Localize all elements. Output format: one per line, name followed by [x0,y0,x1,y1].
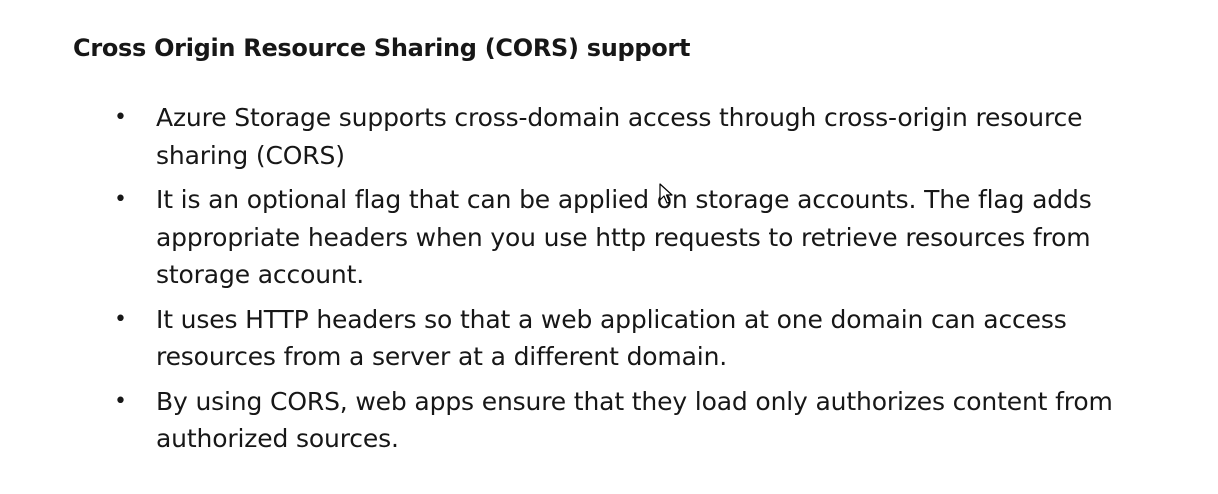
list-item: • By using CORS, web apps ensure that th… [73,383,1173,458]
bullet-icon: • [114,306,127,332]
section-heading: Cross Origin Resource Sharing (CORS) sup… [73,34,691,62]
mouse-pointer-icon [659,183,673,204]
list-item: • Azure Storage supports cross-domain ac… [73,99,1173,174]
list-item-text: Azure Storage supports cross-domain acce… [156,103,1083,170]
bullet-list: • Azure Storage supports cross-domain ac… [73,99,1173,458]
list-item: • It uses HTTP headers so that a web app… [73,301,1173,376]
bullet-icon: • [114,187,127,212]
list-item: • It is an optional flag that can be app… [73,181,1173,294]
list-item-text: By using CORS, web apps ensure that they… [156,386,1113,454]
bullet-icon: • [114,388,127,414]
list-item-text: It is an optional flag that can be appli… [156,185,1092,289]
document-section: Cross Origin Resource Sharing (CORS) sup… [73,30,1173,465]
list-item-text: It uses HTTP headers so that a web appli… [156,304,1067,372]
bullet-icon: • [114,105,127,130]
